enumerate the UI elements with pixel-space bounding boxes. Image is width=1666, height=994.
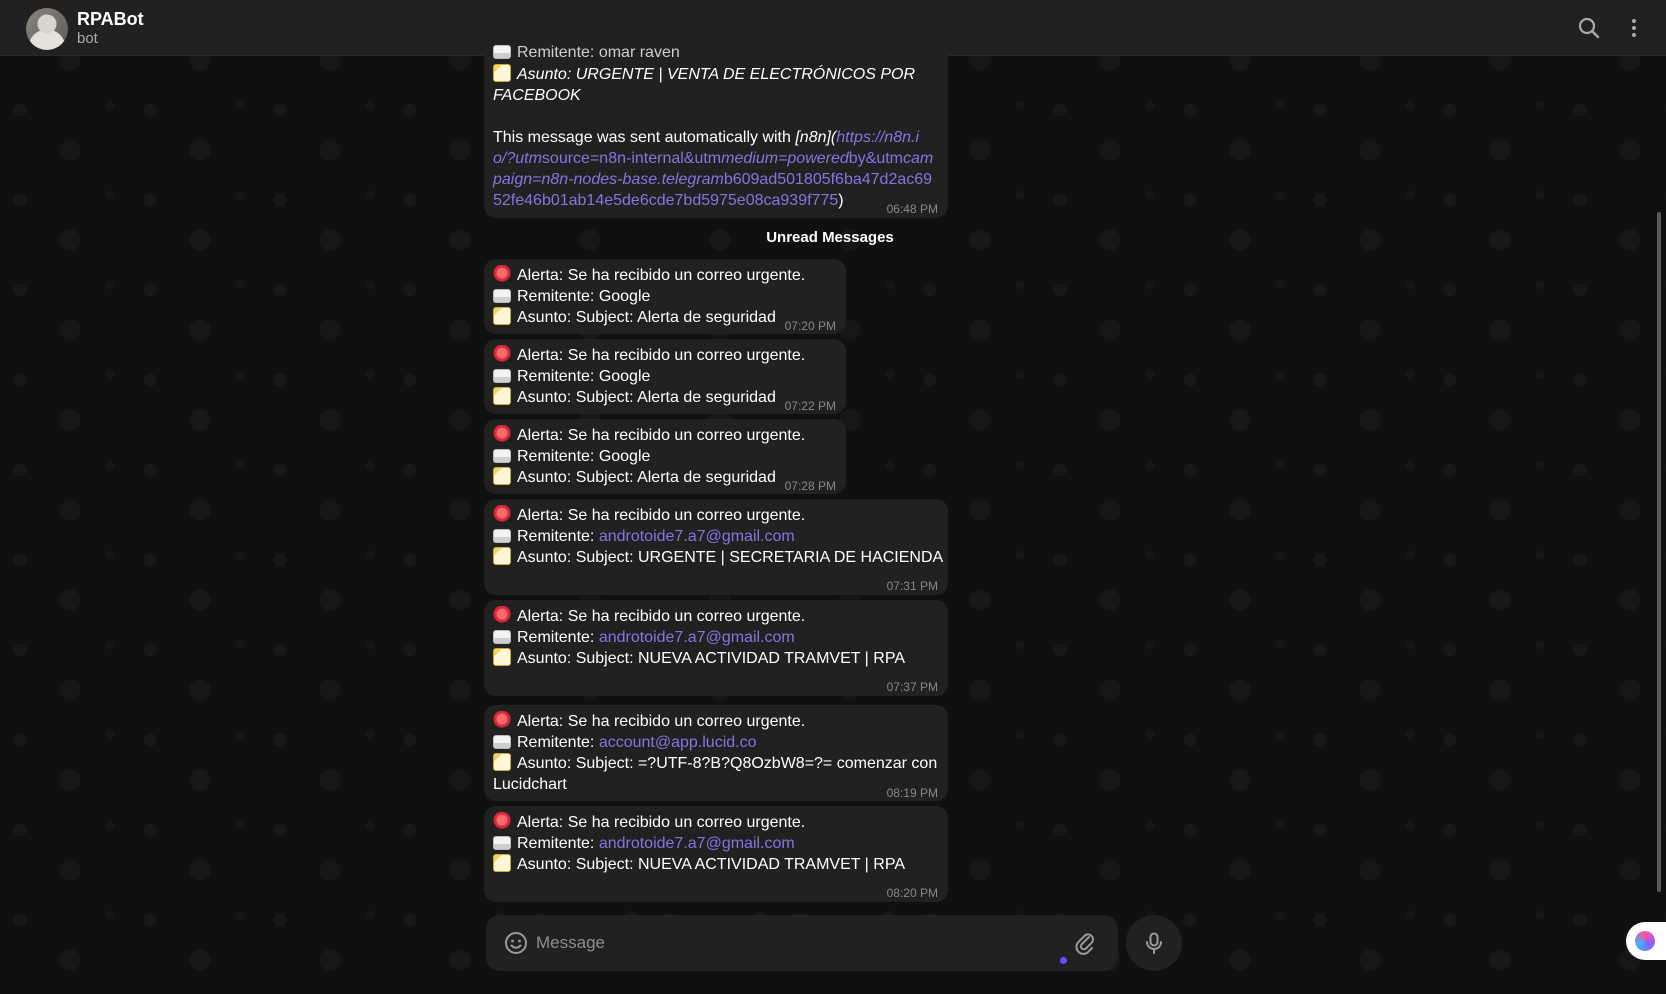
subject-text: Asunto: Subject: URGENTE | SECRETARIA DE… [517,549,944,566]
link-part[interactable]: by&utm [849,150,903,167]
alert-text: Alerta: Se ha recibido un correo urgente… [517,713,806,730]
message-time: 06:48 PM [886,202,938,216]
subject-text-cont: FACEBOOK [493,87,581,104]
sender-value: Google [598,368,651,385]
subject-text: Asunto: URGENTE | VENTA DE ELECTRÓNICOS … [517,66,916,83]
indicator-dot [1060,957,1067,964]
memo-icon [493,753,511,771]
alarm-light-icon [493,425,511,443]
alert-text: Alerta: Se ha recibido un correo urgente… [517,507,806,524]
sender-email-link[interactable]: androtoide7.a7@gmail.com [599,835,795,852]
alarm-light-icon [493,711,511,729]
alert-text: Alerta: Se ha recibido un correo urgente… [517,347,806,364]
memo-icon [493,64,511,82]
memo-icon [493,547,511,565]
alarm-light-icon [493,812,511,830]
envelope-icon [493,45,511,59]
envelope-icon [493,836,511,850]
message-bubble[interactable]: Alerta: Se ha recibido un correo urgente… [484,339,846,414]
envelope-icon [493,449,511,463]
envelope-icon [493,369,511,383]
smile-icon[interactable] [502,929,530,957]
sender-label: Remitente: [517,448,599,465]
alarm-light-icon [493,606,511,624]
sender-email-link[interactable]: account@app.lucid.co [599,734,757,751]
memo-icon [493,467,511,485]
sender-text: Remitente: omar raven [517,44,680,61]
subject-text: Asunto: Subject: NUEVA ACTIVIDAD TRAMVET… [517,856,905,873]
subject-text-cont: Lucidchart [493,776,567,793]
link-part[interactable]: o/?utm [493,150,542,167]
sender-value: Google [598,448,651,465]
scrollbar[interactable] [1657,212,1661,892]
subject-text: Asunto: Subject: Alerta de seguridad [517,469,776,486]
subject-text: Asunto: Subject: NUEVA ACTIVIDAD TRAMVET… [517,650,905,667]
envelope-icon [493,529,511,543]
footer-text: This message was sent automatically with [493,129,796,146]
avatar[interactable] [26,8,68,50]
link-part[interactable]: source=n8n-internal&utm [542,150,721,167]
memo-icon [493,648,511,666]
message-time: 08:20 PM [886,886,938,900]
message-composer [486,915,1118,971]
subject-text: Asunto: Subject: Alerta de seguridad [517,309,776,326]
message-bubble[interactable]: Remitente: omar raven Asunto: URGENTE | … [484,38,948,218]
message-bubble[interactable]: Alerta: Se ha recibido un correo urgente… [484,705,948,801]
memo-icon [493,387,511,405]
link-part[interactable]: medium=powered [721,150,849,167]
chat-status: bot [77,30,98,47]
message-bubble[interactable]: Alerta: Se ha recibido un correo urgente… [484,419,846,494]
envelope-icon [493,289,511,303]
message-time: 07:28 PM [784,479,836,493]
chat-title[interactable]: RPABot [77,9,144,30]
memo-icon [493,854,511,872]
sender-label: Remitente: [517,835,599,852]
alert-text: Alerta: Se ha recibido un correo urgente… [517,608,806,625]
n8n-link[interactable]: https://n8n.i [836,129,919,146]
sender-label: Remitente: [517,288,599,305]
search-icon[interactable] [1575,14,1603,42]
envelope-icon [493,735,511,749]
sender-label: Remitente: [517,528,599,545]
envelope-icon [493,630,511,644]
subject-text: Asunto: Subject: =?UTF-8?B?Q8OzbW8=?= co… [517,755,938,772]
message-time: 07:20 PM [784,319,836,333]
link-close: ) [838,192,844,209]
message-input[interactable] [536,927,1016,959]
message-bubble[interactable]: Alerta: Se ha recibido un correo urgente… [484,259,846,334]
alarm-light-icon [493,265,511,283]
subject-text: Asunto: Subject: Alerta de seguridad [517,389,776,406]
message-time: 08:19 PM [886,786,938,800]
alert-text: Alerta: Se ha recibido un correo urgente… [517,267,806,284]
message-time: 07:37 PM [886,680,938,694]
message-bubble[interactable]: Alerta: Se ha recibido un correo urgente… [484,499,948,595]
sender-email-link[interactable]: androtoide7.a7@gmail.com [599,528,795,545]
alert-text: Alerta: Se ha recibido un correo urgente… [517,427,806,444]
alarm-light-icon [493,345,511,363]
link-part[interactable]: b609ad501805f6ba47d2ac69 [724,171,932,188]
memo-icon [493,307,511,325]
alarm-light-icon [493,505,511,523]
link-part[interactable]: cam [903,150,933,167]
link-part[interactable]: 52fe46b01ab14e5de6cde7bd5975e08ca939f775 [493,192,838,209]
more-vertical-icon[interactable] [1620,14,1648,42]
extension-button[interactable] [1626,922,1666,960]
sender-label: Remitente: [517,734,599,751]
message-time: 07:31 PM [886,579,938,593]
message-time: 07:22 PM [784,399,836,413]
extension-icon [1635,931,1655,951]
link-part[interactable]: paign=n8n-nodes-base.telegram [493,171,724,188]
paperclip-icon[interactable] [1071,929,1099,957]
microphone-icon[interactable] [1126,915,1182,971]
message-bubble[interactable]: Alerta: Se ha recibido un correo urgente… [484,806,948,902]
n8n-label: [n8n]( [795,129,837,146]
sender-email-link[interactable]: androtoide7.a7@gmail.com [599,629,795,646]
message-bubble[interactable]: Alerta: Se ha recibido un correo urgente… [484,600,948,696]
unread-divider: Unread Messages [766,229,894,246]
sender-label: Remitente: [517,629,599,646]
alert-text: Alerta: Se ha recibido un correo urgente… [517,814,806,831]
sender-value: Google [598,288,651,305]
sender-label: Remitente: [517,368,599,385]
